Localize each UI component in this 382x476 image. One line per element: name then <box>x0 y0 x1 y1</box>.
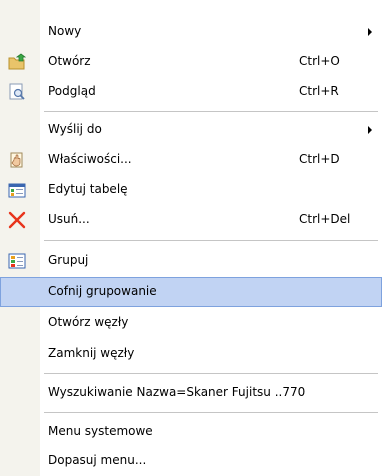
menu-item-preview-label: Podgląd <box>48 84 96 98</box>
menu-item-new[interactable]: Nowy <box>0 17 382 47</box>
shortcut-properties: Ctrl+D <box>299 152 340 166</box>
open-folder-icon <box>8 53 26 71</box>
group-icon <box>8 252 26 270</box>
submenu-arrow-icon <box>368 28 372 36</box>
menu-separator <box>44 111 378 112</box>
menu-item-customize-menu-label: Dopasuj menu... <box>48 453 147 467</box>
edit-table-icon <box>8 181 26 199</box>
preview-magnifier-icon <box>8 83 26 101</box>
menu-item-edit-table[interactable]: Edytuj tabelę <box>0 175 382 205</box>
shortcut-delete: Ctrl+Del <box>299 212 351 226</box>
menu-item-ungroup[interactable]: Cofnij grupowanie <box>0 277 382 307</box>
menu-item-customize-menu[interactable]: Dopasuj menu... <box>0 446 382 476</box>
menu-item-new-label: Nowy <box>48 24 82 38</box>
menu-item-ungroup-label: Cofnij grupowanie <box>48 284 157 298</box>
menu-item-group-label: Grupuj <box>48 253 89 267</box>
menu-item-edit-table-label: Edytuj tabelę <box>48 182 128 196</box>
menu-item-system-menu[interactable]: Menu systemowe <box>0 417 382 447</box>
menu-item-delete[interactable]: Usuń... Ctrl+Del <box>0 205 382 235</box>
menu-separator <box>44 373 378 374</box>
submenu-arrow-icon <box>368 126 372 134</box>
menu-item-open-label: Otwórz <box>48 54 91 68</box>
menu-item-delete-label: Usuń... <box>48 212 90 226</box>
menu-separator <box>44 412 378 413</box>
menu-item-properties-label: Właściwości... <box>48 152 132 166</box>
menu-item-collapse-nodes[interactable]: Zamknij węzły <box>0 339 382 369</box>
menu-item-expand-nodes[interactable]: Otwórz węzły <box>0 308 382 338</box>
shortcut-preview: Ctrl+R <box>299 84 339 98</box>
menu-item-group[interactable]: Grupuj <box>0 246 382 276</box>
menu-item-system-menu-label: Menu systemowe <box>48 424 153 438</box>
shortcut-open: Ctrl+O <box>299 54 340 68</box>
menu-item-search-filter[interactable]: Wyszukiwanie Nazwa=Skaner Fujitsu ..770 <box>0 378 382 408</box>
menu-item-collapse-nodes-label: Zamknij węzły <box>48 346 135 360</box>
menu-item-preview[interactable]: Podgląd Ctrl+R <box>0 77 382 107</box>
context-menu: Nowy Otwórz Ctrl+O Podgląd Ctrl+R Wyślij… <box>0 0 382 476</box>
menu-item-send-to[interactable]: Wyślij do <box>0 115 382 145</box>
properties-hand-icon <box>8 151 26 169</box>
delete-x-icon <box>8 211 26 229</box>
menu-item-expand-nodes-label: Otwórz węzły <box>48 315 129 329</box>
menu-item-open[interactable]: Otwórz Ctrl+O <box>0 47 382 77</box>
menu-item-properties[interactable]: Właściwości... Ctrl+D <box>0 145 382 175</box>
menu-item-search-filter-label: Wyszukiwanie Nazwa=Skaner Fujitsu ..770 <box>48 385 306 399</box>
menu-item-send-to-label: Wyślij do <box>48 122 102 136</box>
menu-separator <box>44 240 378 241</box>
